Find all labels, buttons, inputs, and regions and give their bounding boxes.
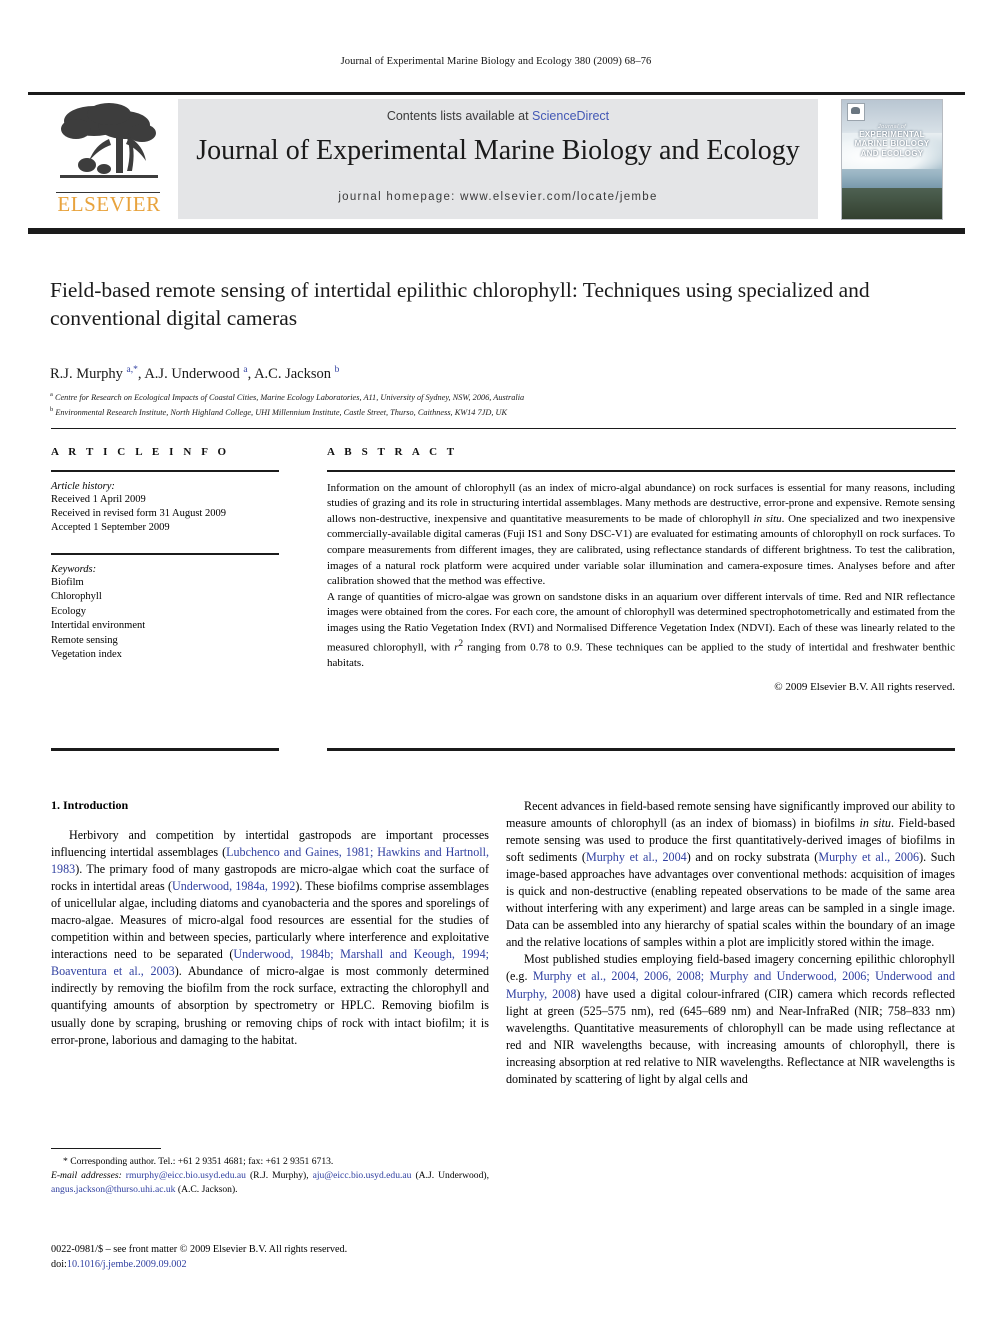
cover-line-2: EXPERIMENTAL [859, 129, 925, 139]
abstract-divider [327, 470, 955, 472]
body-paragraph: Recent advances in field-based remote se… [506, 799, 955, 950]
abstract-heading: A B S T R A C T [327, 446, 458, 458]
journal-homepage-link[interactable]: journal homepage: www.elsevier.com/locat… [178, 191, 818, 203]
affiliation-a-text: Centre for Research on Ecological Impact… [54, 392, 525, 402]
footnote-rule [51, 1148, 161, 1150]
keyword-item: Remote sensing [51, 634, 118, 646]
elsevier-wordmark: ELSEVIER [57, 192, 161, 216]
keyword-item: Ecology [51, 605, 86, 617]
keyword-item: Chlorophyll [51, 591, 102, 603]
doi-link[interactable]: 10.1016/j.jembe.2009.09.002 [67, 1259, 187, 1270]
journal-cover-thumbnail: Journal of EXPERIMENTAL MARINE BIOLOGY A… [841, 99, 943, 220]
body-paragraph: Herbivory and competition by intertidal … [51, 828, 490, 1047]
masthead: ELSEVIER Contents lists available at Sci… [28, 95, 965, 223]
cover-elsevier-icon [847, 103, 865, 121]
journal-banner: Contents lists available at ScienceDirec… [178, 99, 818, 219]
imprint-block: 0022-0981/$ – see front matter © 2009 El… [51, 1243, 489, 1273]
keyword-item: Biofilm [51, 576, 84, 588]
abstract-block: A B S T R A C T Information on the amoun… [327, 446, 955, 693]
issn-line: 0022-0981/$ – see front matter © 2009 El… [51, 1244, 348, 1255]
body-paragraph: Most published studies employing field-b… [506, 952, 955, 1086]
body-column-left: 1. Introduction Herbivory and competitio… [51, 798, 489, 1049]
email-addresses-note: E-mail addresses: rmurphy@eicc.bio.usyd.… [51, 1169, 489, 1195]
sciencedirect-link[interactable]: ScienceDirect [532, 109, 609, 123]
affiliation-b: b Environmental Research Institute, Nort… [50, 405, 508, 417]
affiliation-a: a Centre for Research on Ecological Impa… [50, 391, 525, 402]
elsevier-logo: ELSEVIER [50, 99, 168, 219]
paper-page: Journal of Experimental Marine Biology a… [0, 0, 992, 1323]
elsevier-tree-icon [54, 99, 164, 187]
article-history-label: Article history: [51, 480, 115, 492]
running-head: Journal of Experimental Marine Biology a… [340, 56, 652, 67]
masthead-bottom-rule [28, 228, 965, 234]
journal-title: Journal of Experimental Marine Biology a… [196, 135, 800, 166]
doi-line: doi:10.1016/j.jembe.2009.09.002 [51, 1258, 489, 1273]
keywords-label: Keywords: [51, 563, 97, 575]
cover-rocks [842, 188, 942, 219]
keyword-item: Intertidal environment [51, 620, 146, 632]
article-info-divider [51, 470, 279, 472]
history-item: Received 1 April 2009 [51, 493, 146, 505]
section-heading-introduction: 1. Introduction [51, 798, 129, 812]
history-item: Received in revised form 31 August 2009 [51, 507, 226, 519]
article-info-heading: A R T I C L E I N F O [51, 446, 230, 458]
cover-title-text: Journal of EXPERIMENTAL MARINE BIOLOGY A… [842, 124, 942, 158]
doi-prefix: doi: [51, 1258, 67, 1270]
author-list: R.J. Murphy a,*, A.J. Underwood a, A.C. … [50, 365, 340, 382]
affiliations: a Centre for Research on Ecological Impa… [50, 390, 955, 419]
history-item: Accepted 1 September 2009 [51, 522, 170, 534]
contents-prefix: Contents lists available at [386, 109, 533, 123]
keyword-item: Vegetation index [51, 649, 122, 661]
info-abstract-top-rule [51, 428, 956, 429]
footnote-block: * Corresponding author. Tel.: +61 2 9351… [51, 1155, 489, 1197]
keywords-divider [51, 553, 279, 555]
abstract-bottom-rule-right [327, 748, 955, 751]
abstract-copyright: © 2009 Elsevier B.V. All rights reserved… [774, 681, 955, 694]
cover-line-3: MARINE BIOLOGY [854, 139, 930, 149]
abstract-paragraph: A range of quantities of micro-algae was… [327, 590, 955, 669]
corresponding-author-note: * Corresponding author. Tel.: +61 2 9351… [63, 1156, 334, 1167]
abstract-paragraph: Information on the amount of chlorophyll… [327, 481, 955, 588]
cover-line-4: AND ECOLOGY [860, 148, 924, 158]
abstract-bottom-rule-left [51, 748, 279, 751]
body-column-right: Recent advances in field-based remote se… [506, 798, 955, 1088]
contents-available-line: Contents lists available at ScienceDirec… [178, 109, 818, 123]
affiliation-b-text: Environmental Research Institute, North … [55, 407, 508, 417]
article-info-block: A R T I C L E I N F O Article history: R… [51, 446, 279, 663]
paper-title: Field-based remote sensing of intertidal… [50, 278, 870, 331]
